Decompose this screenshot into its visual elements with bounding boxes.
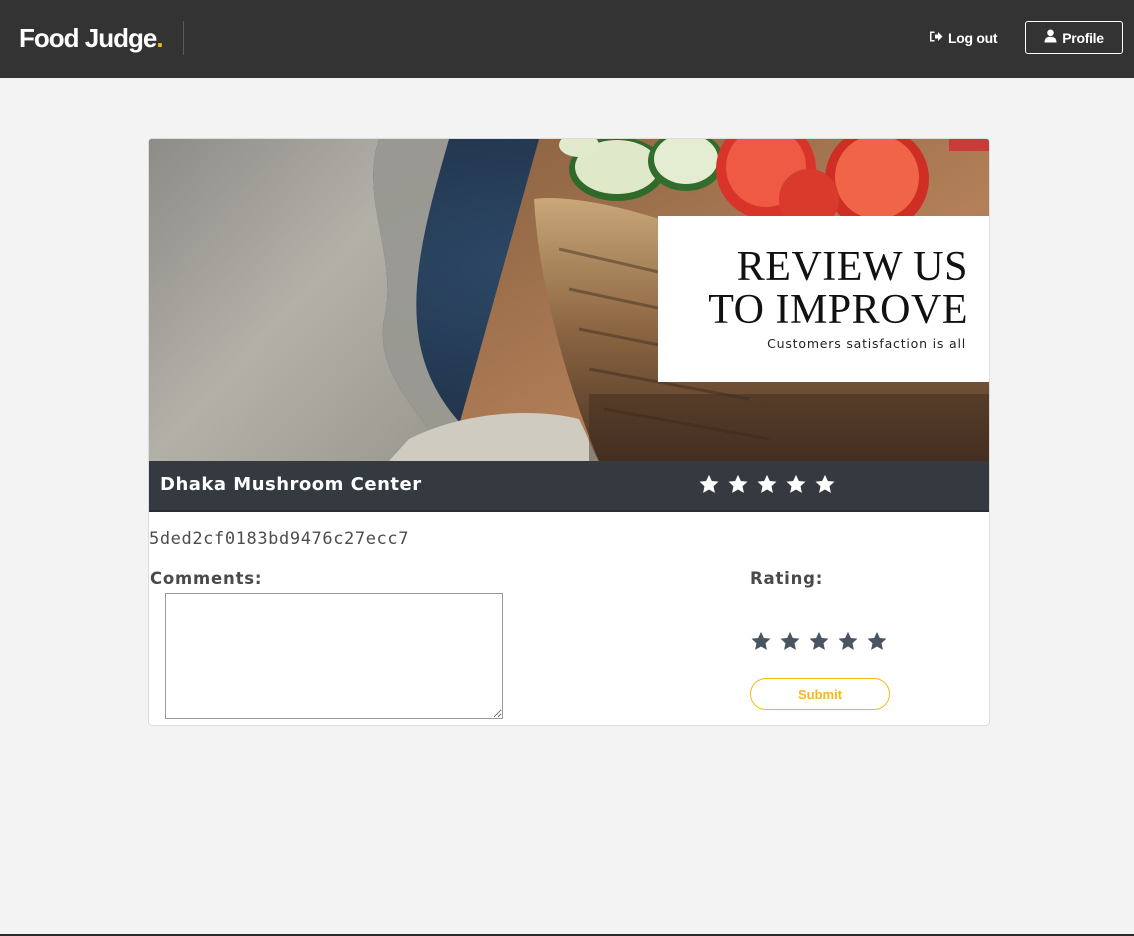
user-icon xyxy=(1044,29,1057,46)
rating-star-icon[interactable] xyxy=(779,631,801,651)
review-card: REVIEW US TO IMPROVE Customers satisfact… xyxy=(148,138,990,726)
review-banner-image: REVIEW US TO IMPROVE Customers satisfact… xyxy=(149,139,989,461)
brand-logo[interactable]: Food Judge. xyxy=(19,22,164,54)
banner-title: REVIEW US TO IMPROVE xyxy=(708,244,968,333)
profile-button[interactable]: Profile xyxy=(1025,21,1123,54)
restaurant-id: 5ded2cf0183bd9476c27ecc7 xyxy=(149,529,410,549)
rating-star-icon[interactable] xyxy=(750,631,772,651)
star-icon xyxy=(727,474,749,494)
star-icon xyxy=(698,474,720,494)
star-icon xyxy=(814,474,836,494)
submit-button[interactable]: Submit xyxy=(750,678,890,710)
profile-label: Profile xyxy=(1062,29,1104,46)
brand-dot: . xyxy=(156,23,163,53)
brand-text: Food Judge xyxy=(19,23,157,53)
sign-out-icon xyxy=(929,30,943,46)
rating-star-icon[interactable] xyxy=(808,631,830,651)
brand-divider xyxy=(183,21,184,55)
restaurant-name-bar: Dhaka Mushroom Center xyxy=(149,461,989,512)
star-icon xyxy=(756,474,778,494)
average-rating-stars xyxy=(698,474,836,494)
rating-label: Rating: xyxy=(750,569,824,588)
comments-label: Comments: xyxy=(150,569,263,588)
restaurant-name: Dhaka Mushroom Center xyxy=(160,474,422,495)
rating-star-icon[interactable] xyxy=(837,631,859,651)
rating-input-stars xyxy=(750,631,888,651)
star-icon xyxy=(785,474,807,494)
top-navbar: Food Judge. Log out Profile xyxy=(0,0,1134,78)
comments-textarea[interactable] xyxy=(165,593,503,719)
banner-subtitle: Customers satisfaction is all xyxy=(767,336,966,351)
banner-text-box: REVIEW US TO IMPROVE Customers satisfact… xyxy=(658,216,989,382)
logout-link[interactable]: Log out xyxy=(929,28,998,48)
rating-star-icon[interactable] xyxy=(866,631,888,651)
logout-label: Log out xyxy=(948,30,998,46)
